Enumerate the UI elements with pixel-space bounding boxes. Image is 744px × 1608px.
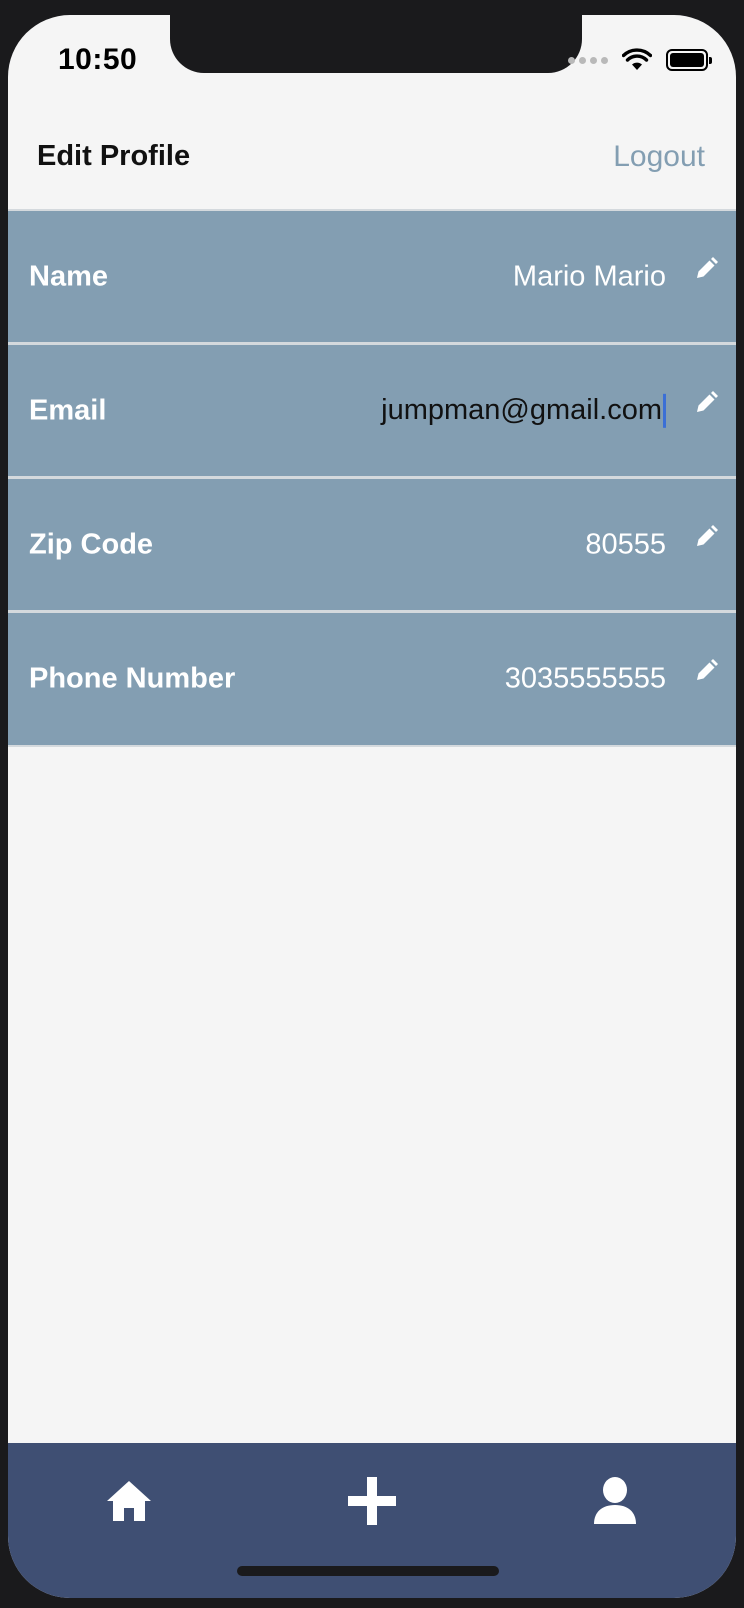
phone-number-field[interactable]: 3035555555	[505, 663, 666, 696]
tab-profile[interactable]	[585, 1471, 645, 1531]
page-title: Edit Profile	[37, 140, 191, 172]
pencil-icon[interactable]	[693, 390, 719, 416]
device-notch	[170, 15, 582, 73]
app-screen: 10:50 Edit Profile Logout Name Mario Mar…	[8, 15, 736, 1598]
home-indicator	[237, 1566, 499, 1576]
email-field-wrapper[interactable]: jumpman@gmail.com	[381, 393, 666, 428]
home-icon	[107, 1481, 151, 1521]
logout-button[interactable]: Logout	[613, 140, 705, 174]
device-frame: 10:50 Edit Profile Logout Name Mario Mar…	[0, 0, 744, 1608]
text-cursor	[663, 393, 666, 428]
pencil-icon[interactable]	[693, 658, 719, 684]
status-time: 10:50	[58, 43, 138, 76]
field-label: Phone Number	[29, 662, 236, 695]
field-row-email[interactable]: Email jumpman@gmail.com	[8, 345, 736, 479]
status-indicators	[568, 45, 712, 75]
tab-home[interactable]	[99, 1471, 159, 1531]
profile-fields-list: Name Mario Mario Email jumpman@gmail.com…	[8, 209, 736, 747]
field-row-zip-code[interactable]: Zip Code 80555	[8, 479, 736, 613]
field-row-phone-number[interactable]: Phone Number 3035555555	[8, 613, 736, 747]
pencil-icon[interactable]	[693, 524, 719, 550]
battery-icon	[666, 49, 712, 71]
field-label: Zip Code	[29, 528, 154, 560]
zip-code-field[interactable]: 80555	[585, 528, 666, 561]
bottom-tab-bar	[8, 1443, 736, 1598]
pencil-icon[interactable]	[693, 256, 719, 282]
field-row-name[interactable]: Name Mario Mario	[8, 211, 736, 345]
page-header: Edit Profile Logout	[8, 110, 736, 180]
field-label: Name	[29, 260, 108, 292]
wifi-icon	[622, 48, 652, 72]
cellular-signal-icon	[568, 56, 608, 64]
field-label: Email	[29, 394, 107, 426]
plus-icon	[348, 1477, 396, 1525]
tab-add[interactable]	[342, 1471, 402, 1531]
user-icon	[594, 1477, 636, 1524]
email-field[interactable]: jumpman@gmail.com	[381, 393, 662, 425]
name-field[interactable]: Mario Mario	[513, 260, 666, 293]
